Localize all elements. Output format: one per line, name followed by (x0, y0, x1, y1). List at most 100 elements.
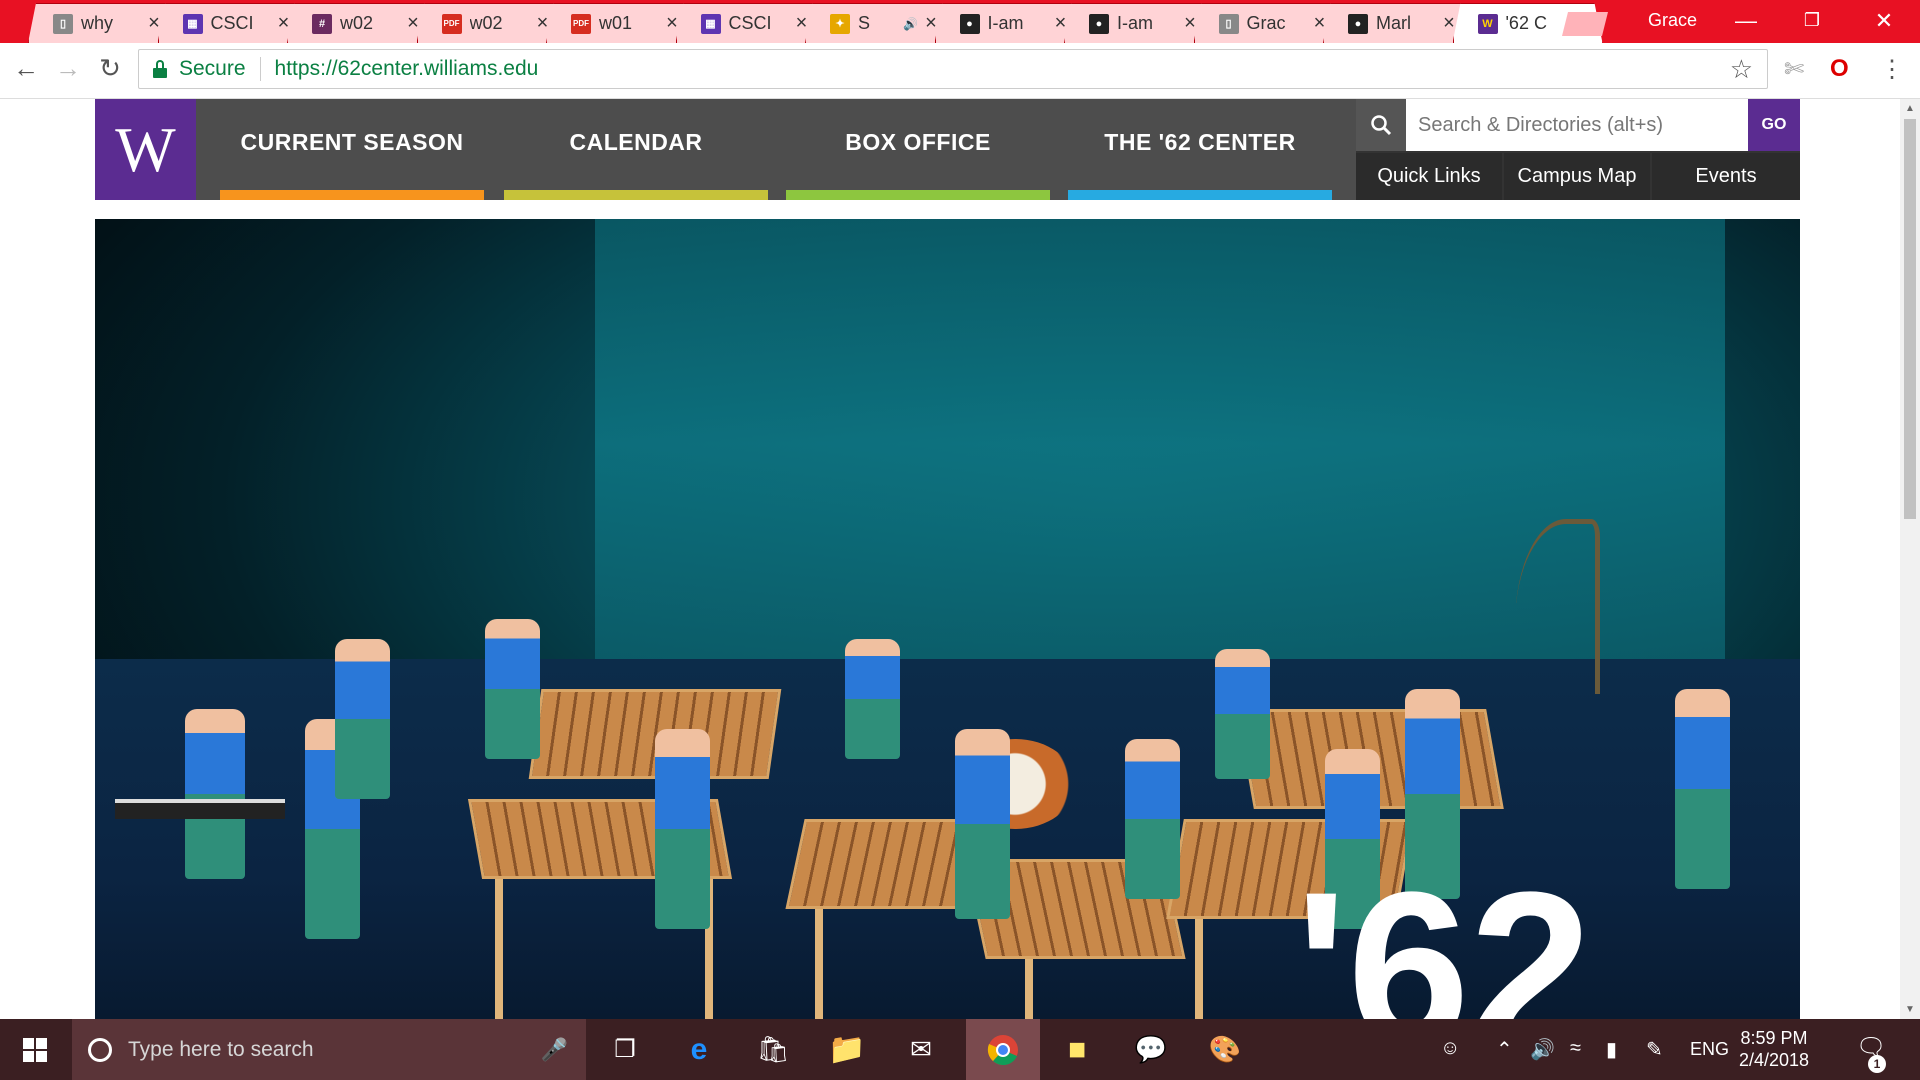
search-input[interactable] (1406, 99, 1748, 151)
tab-title: '62 C (1505, 13, 1547, 33)
forward-icon[interactable]: → (50, 53, 86, 84)
nav-current-season[interactable]: CURRENT SEASON (220, 99, 484, 200)
performer (335, 639, 390, 799)
hero-image: '62 (95, 219, 1800, 1019)
start-button[interactable] (0, 1019, 70, 1080)
browser-tab[interactable]: # w02 × (287, 3, 437, 43)
mail-icon[interactable]: ✉ (884, 1019, 958, 1080)
slack-icon: # (312, 14, 332, 34)
main-navigation: CURRENT SEASON CALENDAR BOX OFFICE THE '… (196, 99, 1356, 200)
keyboard-instrument (115, 799, 285, 819)
marimba-leg (815, 909, 823, 1019)
show-hidden-icons-icon[interactable]: ⌃ (1496, 1037, 1513, 1062)
search-icon[interactable] (1356, 99, 1406, 151)
taskbar-search[interactable]: Type here to search 🎤 (72, 1019, 586, 1080)
tab-title: w02 (340, 13, 374, 33)
doc-icon: ▯ (53, 14, 73, 34)
profile-button[interactable]: Grace (1648, 10, 1697, 31)
github-icon: ● (1089, 14, 1109, 34)
discord-icon[interactable]: 💬 (1114, 1019, 1188, 1080)
pen-icon[interactable]: ✎ (1646, 1037, 1663, 1062)
tab-title: w02 (469, 13, 503, 33)
store-icon[interactable]: 🛍 (736, 1019, 810, 1080)
edge-icon[interactable]: e (662, 1019, 736, 1080)
tab-title: why (81, 13, 114, 33)
bookmark-star-icon[interactable]: ☆ (1730, 54, 1753, 85)
browser-tab[interactable]: ● I-am × (935, 3, 1085, 43)
tab-title: Grac (1246, 13, 1286, 33)
doc-icon: ▯ (1219, 14, 1239, 34)
scroll-up-icon[interactable]: ▲ (1900, 103, 1920, 114)
back-icon[interactable]: ← (8, 53, 44, 84)
browser-tab[interactable]: ▦ CSCI × (676, 3, 826, 43)
page-scrollbar[interactable]: ▲ ▼ (1900, 99, 1920, 1019)
quick-links-button[interactable]: Quick Links (1356, 153, 1502, 200)
browser-tab[interactable]: ▯ why × (28, 3, 178, 43)
menu-icon[interactable]: ⋮ (1880, 55, 1904, 84)
windows-icon (23, 1037, 47, 1062)
calendar-icon: ▦ (701, 14, 721, 34)
browser-tab[interactable]: ● I-am × (1064, 3, 1214, 43)
opera-extension-icon[interactable]: O (1830, 55, 1849, 83)
clock-date: 2/4/2018 (1738, 1050, 1810, 1070)
nav-color-bar (220, 190, 484, 200)
people-icon[interactable]: ☺ (1440, 1037, 1460, 1060)
volume-icon[interactable]: 🔊 (1530, 1037, 1555, 1062)
clock[interactable]: 8:59 PM 2/4/2018 (1724, 1027, 1824, 1071)
search-go-button[interactable]: GO (1748, 99, 1800, 151)
windows-taskbar: Type here to search 🎤 ❐ e 🛍 📁 ✉ ■ 💬 🎨 ☺ … (0, 1019, 1920, 1080)
williams-logo[interactable]: W (95, 99, 196, 200)
performer (955, 729, 1010, 919)
microphone-icon[interactable]: 🎤 (541, 1037, 568, 1063)
scroll-down-icon[interactable]: ▼ (1900, 1004, 1920, 1015)
taskbar-search-placeholder: Type here to search (128, 1037, 314, 1061)
battery-icon[interactable]: ▮ (1606, 1037, 1617, 1062)
site-search: GO Quick Links Campus Map Events (1356, 99, 1800, 200)
campus-map-link[interactable]: Campus Map (1504, 153, 1650, 200)
notification-badge: 1 (1868, 1055, 1886, 1073)
marimba-leg (1025, 959, 1033, 1019)
chrome-icon[interactable] (966, 1019, 1040, 1080)
hero-overlay-text: '62 (1295, 846, 1593, 1019)
performer (655, 729, 710, 929)
new-tab-button[interactable] (1562, 12, 1608, 36)
tab-title: CSCI (728, 13, 772, 33)
tab-title: Marl (1376, 13, 1411, 33)
browser-tab[interactable]: PDF w02 × (417, 3, 567, 43)
file-explorer-icon[interactable]: 📁 (810, 1019, 884, 1080)
browser-tab[interactable]: ▯ Grac × (1194, 3, 1344, 43)
tab-audio-icon[interactable]: 🔊 (903, 17, 918, 31)
nav-label: CURRENT SEASON (240, 129, 464, 155)
browser-tab[interactable]: ▦ CSCI × (158, 3, 308, 43)
performer (485, 619, 540, 759)
reload-icon[interactable]: ↻ (92, 53, 128, 84)
close-window-icon[interactable]: ✕ (1864, 8, 1904, 34)
browser-tab[interactable]: ● Marl × (1323, 3, 1473, 43)
extension-icon[interactable]: ✄ (1784, 55, 1804, 84)
nav-calendar[interactable]: CALENDAR (504, 99, 768, 200)
performer (1125, 739, 1180, 899)
pdf-icon: PDF (442, 14, 462, 34)
scrollbar-thumb[interactable] (1904, 119, 1916, 519)
events-link[interactable]: Events (1652, 153, 1800, 200)
tab-strip: ▯ why × ▦ CSCI × # w02 × PDF w02 × PDF w01 × ▦ CSCI × ✦ S 🔊 ×… (0, 0, 1920, 43)
nav-color-bar (786, 190, 1050, 200)
nav-box-office[interactable]: BOX OFFICE (786, 99, 1050, 200)
pdf-icon: PDF (571, 14, 591, 34)
restore-icon[interactable]: ❐ (1792, 10, 1832, 31)
address-bar[interactable]: Secure https://62center.williams.edu ☆ (138, 49, 1768, 89)
paint-icon[interactable]: 🎨 (1188, 1019, 1262, 1080)
browser-tab[interactable]: PDF w01 × (546, 3, 696, 43)
minimize-icon[interactable]: — (1726, 8, 1766, 34)
url-text[interactable]: https://62center.williams.edu (275, 57, 539, 81)
nav-color-bar (504, 190, 768, 200)
sticky-notes-icon[interactable]: ■ (1040, 1019, 1114, 1080)
nav-the-62-center[interactable]: THE '62 CENTER (1068, 99, 1332, 200)
wifi-icon[interactable]: ≈ (1570, 1037, 1581, 1060)
performer (185, 709, 245, 879)
williams-icon: W (1478, 14, 1498, 34)
browser-tab[interactable]: ✦ S 🔊 × (805, 3, 955, 43)
task-view-icon[interactable]: ❐ (588, 1019, 662, 1080)
nav-color-bar (1068, 190, 1332, 200)
clock-time: 8:59 PM (1740, 1028, 1808, 1048)
